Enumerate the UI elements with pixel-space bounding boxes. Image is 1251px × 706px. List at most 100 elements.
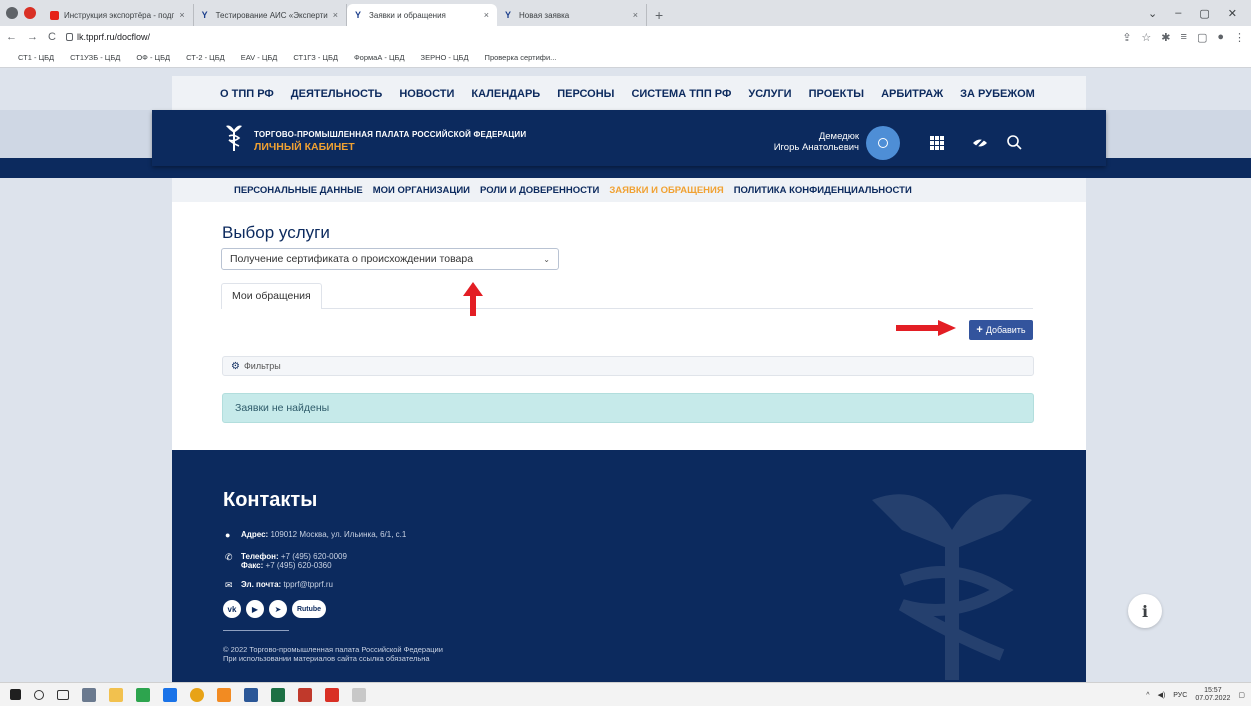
more-menu-icon[interactable]: ⋮: [1234, 31, 1245, 44]
tpp-favicon-icon: Y: [505, 9, 512, 20]
top-menu-item[interactable]: О ТПП РФ: [220, 88, 274, 100]
top-menu-item[interactable]: КАЛЕНДАРЬ: [471, 88, 540, 100]
mail-icon[interactable]: [298, 687, 312, 702]
split-view-icon[interactable]: ▢: [1197, 31, 1207, 44]
app-icon[interactable]: [136, 687, 150, 702]
sub-nav-item[interactable]: ПЕРСОНАЛЬНЫЕ ДАННЫЕ: [234, 185, 363, 196]
envelope-icon: ✉: [225, 580, 233, 590]
back-icon[interactable]: ←: [6, 31, 17, 43]
sub-nav-item-active[interactable]: ЗАЯВКИ И ОБРАЩЕНИЯ: [609, 185, 723, 196]
sub-nav-item[interactable]: МОИ ОРГАНИЗАЦИИ: [373, 185, 470, 196]
map-pin-icon: ●: [225, 530, 231, 540]
app-icon[interactable]: [163, 687, 177, 702]
bookmark-item[interactable]: СТ1ГЗ - ЦБД: [293, 53, 338, 62]
search-icon[interactable]: [34, 689, 44, 700]
pinned-tab-icon[interactable]: [24, 7, 36, 19]
top-menu-item[interactable]: СИСТЕМА ТПП РФ: [631, 88, 731, 100]
rutube-icon[interactable]: Rutube: [292, 600, 326, 618]
search-icon[interactable]: [1006, 134, 1022, 150]
footer-divider: [223, 630, 289, 631]
maximize-button[interactable]: ▢: [1199, 7, 1209, 20]
chrome-icon[interactable]: [190, 687, 204, 702]
minimize-button[interactable]: –: [1175, 7, 1181, 19]
extensions-icon[interactable]: ✱: [1161, 31, 1170, 44]
taskbar: ^ ◀) РУС 15:57 07.07.2022 ▢: [0, 682, 1251, 706]
info-button[interactable]: i: [1128, 594, 1162, 628]
top-menu-item[interactable]: ДЕЯТЕЛЬНОСТЬ: [291, 88, 383, 100]
outlook-icon[interactable]: [217, 687, 231, 702]
browser-menu-icon[interactable]: [6, 7, 18, 19]
bookmark-item[interactable]: СТ1 - ЦБД: [18, 53, 54, 62]
close-icon[interactable]: ×: [179, 10, 184, 20]
bookmarks-bar: СТ1 - ЦБД СТ1УЗБ - ЦБД ОФ - ЦБД СТ-2 - Ц…: [0, 48, 1251, 68]
forward-icon[interactable]: →: [27, 31, 38, 43]
top-menu-item[interactable]: ПЕРСОНЫ: [557, 88, 614, 100]
close-window-button[interactable]: ✕: [1228, 7, 1237, 20]
apps-grid-icon[interactable]: [930, 136, 944, 150]
new-tab-button[interactable]: +: [647, 4, 671, 26]
tpp-logo-icon[interactable]: [226, 124, 242, 152]
social-links: vk ▶ ➤ Rutube: [223, 600, 326, 618]
bookmark-item[interactable]: СТ-2 - ЦБД: [186, 53, 225, 62]
tab-my-requests[interactable]: Мои обращения: [221, 283, 322, 309]
site-container: О ТПП РФ ДЕЯТЕЛЬНОСТЬ НОВОСТИ КАЛЕНДАРЬ …: [152, 76, 1106, 682]
bookmark-item[interactable]: Проверка сертифи...: [485, 53, 557, 62]
close-icon[interactable]: ×: [333, 10, 338, 20]
task-view-icon[interactable]: [57, 689, 69, 700]
paint-icon[interactable]: [352, 687, 366, 702]
telegram-icon[interactable]: ➤: [269, 600, 287, 618]
site-footer: Контакты ● Адрес: 109012 Москва, ул. Иль…: [172, 450, 1086, 682]
lock-icon[interactable]: [65, 33, 73, 41]
browser-tab-active[interactable]: Y Заявки и обращения ×: [347, 4, 498, 26]
file-explorer-icon[interactable]: [109, 687, 123, 702]
browser-tab-bar: Инструкция экспортёра - подг × Y Тестиро…: [0, 0, 1251, 26]
pdf-reader-icon[interactable]: [325, 687, 339, 702]
phone-value[interactable]: +7 (495) 620-0009: [281, 552, 347, 561]
tab-search-button[interactable]: ⌄: [1148, 7, 1157, 20]
bookmark-item[interactable]: ОФ - ЦБД: [136, 53, 170, 62]
sub-nav-item[interactable]: РОЛИ И ДОВЕРЕННОСТИ: [480, 185, 599, 196]
word-icon[interactable]: [244, 687, 258, 702]
bookmark-item[interactable]: ФормаА - ЦБД: [354, 53, 405, 62]
reading-list-icon[interactable]: ≡: [1181, 31, 1187, 44]
speaker-icon[interactable]: ◀): [1158, 691, 1166, 699]
accessibility-eye-icon[interactable]: [972, 135, 988, 151]
star-icon[interactable]: ☆: [1141, 31, 1151, 44]
browser-tab[interactable]: Y Новая заявка ×: [497, 4, 648, 26]
browser-tab[interactable]: Y Тестирование АИС «Эксперти ×: [194, 4, 348, 26]
excel-icon[interactable]: [271, 687, 285, 702]
top-menu-item[interactable]: НОВОСТИ: [399, 88, 454, 100]
youtube-icon[interactable]: ▶: [246, 600, 264, 618]
bookmark-item[interactable]: СТ1УЗБ - ЦБД: [70, 53, 120, 62]
notifications-icon[interactable]: ▢: [1238, 691, 1245, 699]
profile-icon[interactable]: ●: [1217, 31, 1224, 44]
system-tray: ^ ◀) РУС 15:57 07.07.2022 ▢: [1146, 683, 1245, 706]
calculator-icon[interactable]: [82, 687, 96, 702]
language-indicator[interactable]: РУС: [1173, 692, 1187, 699]
vk-icon[interactable]: vk: [223, 600, 241, 618]
sub-nav-item[interactable]: ПОЛИТИКА КОНФИДЕНЦИАЛЬНОСТИ: [734, 185, 912, 196]
tray-chevron-icon[interactable]: ^: [1146, 692, 1149, 699]
bookmark-item[interactable]: ЗЕРНО - ЦБД: [421, 53, 469, 62]
share-icon[interactable]: ⇪: [1122, 31, 1131, 44]
email-value[interactable]: tpprf@tpprf.ru: [283, 580, 332, 589]
service-select[interactable]: Получение сертификата о происхождении то…: [221, 248, 559, 270]
top-menu-item[interactable]: УСЛУГИ: [748, 88, 791, 100]
bookmark-item[interactable]: EAV - ЦБД: [241, 53, 278, 62]
url-field[interactable]: lk.tpprf.ru/docflow/: [65, 32, 150, 42]
browser-tab[interactable]: Инструкция экспортёра - подг ×: [42, 4, 194, 26]
pinned-icons: [0, 0, 42, 26]
reload-icon[interactable]: C: [48, 31, 56, 43]
avatar[interactable]: [866, 126, 900, 160]
close-icon[interactable]: ×: [633, 10, 638, 20]
top-menu-item[interactable]: ПРОЕКТЫ: [809, 88, 864, 100]
top-menu-item[interactable]: АРБИТРАЖ: [881, 88, 943, 100]
filters-panel[interactable]: ⚙ Фильтры: [222, 356, 1034, 376]
close-icon[interactable]: ×: [484, 10, 489, 20]
user-name[interactable]: Демедюк Игорь Анатольевич: [759, 131, 859, 153]
clock[interactable]: 15:57 07.07.2022: [1195, 687, 1230, 703]
top-menu-item[interactable]: ЗА РУБЕЖОМ: [960, 88, 1035, 100]
page-viewport: О ТПП РФ ДЕЯТЕЛЬНОСТЬ НОВОСТИ КАЛЕНДАРЬ …: [0, 68, 1251, 682]
windows-start-icon[interactable]: [10, 689, 21, 700]
add-button[interactable]: + Добавить: [969, 320, 1033, 340]
